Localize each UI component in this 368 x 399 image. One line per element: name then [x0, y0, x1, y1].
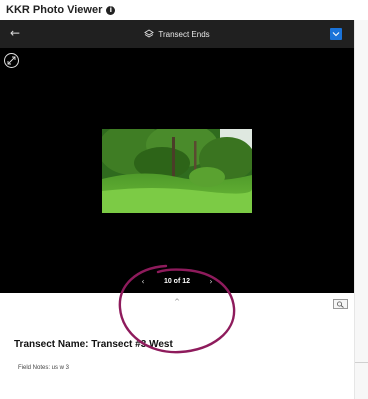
feature-details: Transect Name: Transect #3 West Field No…	[0, 315, 354, 399]
expand-button[interactable]	[4, 53, 19, 68]
collapse-chevron-icon[interactable]: ^	[172, 298, 182, 308]
transect-photo	[102, 129, 252, 213]
header-action-button[interactable]	[330, 28, 342, 40]
viewer-toolbar: ^	[0, 293, 354, 316]
zoom-button[interactable]	[333, 299, 348, 309]
scrollbar[interactable]	[354, 20, 368, 399]
info-icon[interactable]: i	[106, 5, 116, 15]
scrollbar-thumb[interactable]	[355, 362, 368, 363]
zoom-icon	[337, 301, 344, 308]
header-title-group: Transect Ends	[0, 20, 354, 48]
chevron-down-icon	[332, 32, 340, 37]
previous-photo-button[interactable]: ‹	[136, 277, 150, 286]
viewer-header: ← Transect Ends	[0, 20, 354, 48]
expand-icon	[7, 56, 16, 65]
app-title: KKR Photo Viewer	[6, 4, 103, 16]
photo-pager: ‹ 10 of 12 ›	[0, 274, 354, 288]
app-title-bar: KKR Photo Viewer i	[0, 0, 368, 20]
next-photo-button[interactable]: ›	[204, 277, 218, 286]
photo-viewer-stage: ‹ 10 of 12 ›	[0, 48, 354, 293]
layer-title: Transect Ends	[158, 29, 210, 39]
transect-name-heading: Transect Name: Transect #3 West	[14, 339, 173, 350]
layers-icon	[144, 29, 155, 39]
pager-label: 10 of 12	[163, 277, 191, 285]
field-notes: Field Notes: us w 3	[18, 365, 70, 371]
